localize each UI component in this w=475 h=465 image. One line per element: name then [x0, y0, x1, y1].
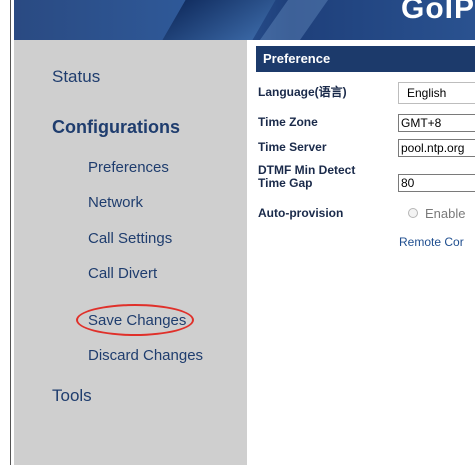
nav-save-changes[interactable]: Save Changes [88, 312, 186, 329]
preference-panel: Preference Language(语言) English Time Zon… [256, 46, 475, 465]
time-zone-label: Time Zone [258, 115, 318, 129]
remote-config-link[interactable]: Remote Cor [399, 235, 464, 249]
nav-discard-changes[interactable]: Discard Changes [88, 347, 203, 364]
enable-radio[interactable] [408, 208, 418, 218]
nav-preferences[interactable]: Preferences [88, 159, 169, 176]
nav-call-settings[interactable]: Call Settings [88, 230, 172, 247]
dtmf-gap-field[interactable]: 80 [398, 174, 475, 192]
sidebar: Status Configurations Preferences Networ… [14, 40, 247, 465]
time-server-field[interactable]: pool.ntp.org [398, 139, 475, 157]
nav-configurations[interactable]: Configurations [52, 117, 180, 138]
nav-call-divert[interactable]: Call Divert [88, 265, 157, 282]
enable-radio-label: Enable [425, 206, 466, 221]
left-border-rule [10, 0, 11, 465]
time-server-label: Time Server [258, 140, 327, 154]
dtmf-gap-label: DTMF Min Detect Time Gap [258, 163, 356, 190]
auto-provision-label: Auto-provision [258, 206, 344, 220]
time-zone-field[interactable]: GMT+8 [398, 114, 475, 132]
nav-network[interactable]: Network [88, 194, 143, 211]
language-label: Language(语言) [258, 85, 347, 99]
nav-status[interactable]: Status [52, 67, 100, 87]
section-title: Preference [256, 46, 475, 72]
goip-logo: GoIP [400, 0, 475, 25]
language-select[interactable]: English [398, 82, 475, 104]
nav-tools[interactable]: Tools [52, 386, 92, 406]
header-banner: GoIP [14, 0, 475, 40]
